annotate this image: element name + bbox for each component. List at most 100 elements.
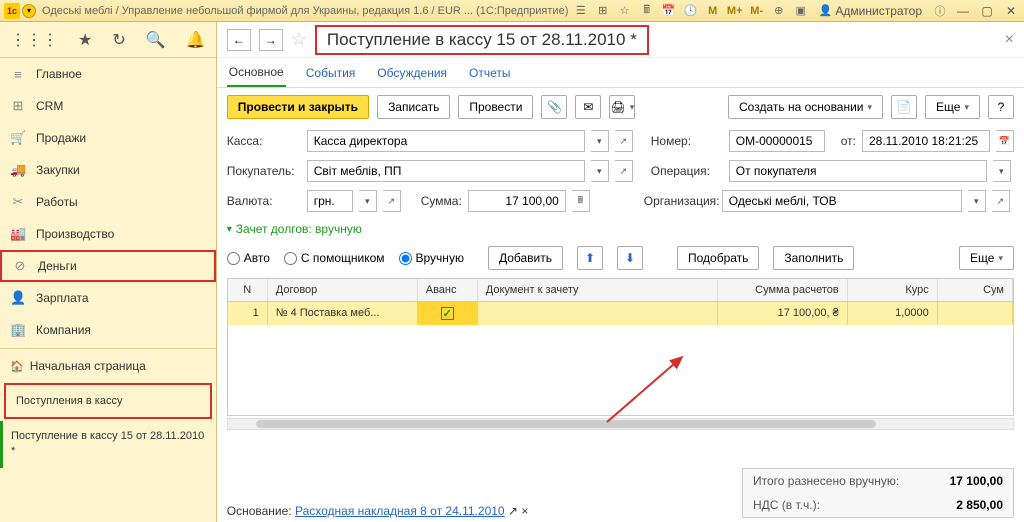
open-icon[interactable]: ↗ bbox=[383, 190, 401, 212]
star-icon[interactable]: ★ bbox=[78, 30, 92, 50]
sidebar-item-crm[interactable]: ⊞CRM bbox=[0, 90, 216, 122]
calendar-icon[interactable]: 📅 bbox=[996, 130, 1014, 152]
operation-input[interactable]: От покупателя bbox=[729, 160, 987, 182]
tabs: Основное События Обсуждения Отчеты bbox=[217, 58, 1024, 88]
minimize-button[interactable]: — bbox=[954, 3, 972, 19]
save-button[interactable]: Записать bbox=[377, 95, 450, 119]
report-icon-button[interactable]: 📄 bbox=[891, 95, 917, 119]
tab-reports[interactable]: Отчеты bbox=[467, 60, 512, 86]
radio-auto[interactable]: Авто bbox=[227, 251, 270, 265]
toolbar-icon[interactable]: 📅 bbox=[661, 3, 677, 19]
currency-input[interactable]: грн. bbox=[307, 190, 353, 212]
date-input[interactable]: 28.11.2010 18:21:25 bbox=[862, 130, 990, 152]
totals-box: Итого разнесено вручную:17 100,00 НДС (в… bbox=[742, 468, 1014, 518]
forward-button[interactable]: → bbox=[259, 29, 283, 51]
debt-section-toggle[interactable]: ▾Зачет долгов: вручную bbox=[227, 216, 1014, 242]
app-menu-dropdown[interactable]: ▾ bbox=[22, 4, 36, 18]
more-button[interactable]: Еще▾ bbox=[925, 95, 980, 119]
open-icon[interactable]: ↗ bbox=[615, 160, 633, 182]
calc-icon[interactable]: 🖩 bbox=[572, 190, 590, 212]
add-row-button[interactable]: Добавить bbox=[488, 246, 563, 270]
toolbar-icon[interactable]: ⊞ bbox=[595, 3, 611, 19]
sidebar-item-production[interactable]: 🏭Производство bbox=[0, 218, 216, 250]
document-title: Поступление в кассу 15 от 28.11.2010 * bbox=[315, 25, 649, 55]
sum-label: Сумма: bbox=[421, 194, 462, 208]
mail-button[interactable]: ✉ bbox=[575, 95, 601, 119]
pick-button[interactable]: Подобрать bbox=[677, 246, 759, 270]
dropdown-icon[interactable]: ▾ bbox=[359, 190, 377, 212]
tab-main[interactable]: Основное bbox=[227, 59, 286, 87]
post-button[interactable]: Провести bbox=[458, 95, 533, 119]
dropdown-icon[interactable]: ▾ bbox=[993, 160, 1011, 182]
dropdown-icon[interactable]: ▾ bbox=[968, 190, 986, 212]
toolbar-icon[interactable]: 🖩 bbox=[639, 3, 655, 19]
tab-events[interactable]: События bbox=[304, 60, 358, 86]
sidebar-item-works[interactable]: ✂Работы bbox=[0, 186, 216, 218]
buyer-label: Покупатель: bbox=[227, 164, 301, 178]
toolbar-icon[interactable]: ▣ bbox=[793, 3, 809, 19]
info-icon[interactable]: ⓘ bbox=[932, 3, 948, 19]
sidebar-item-sales[interactable]: 🛒Продажи bbox=[0, 122, 216, 154]
history-icon[interactable]: ↻ bbox=[112, 30, 125, 50]
toolbar-icon[interactable]: ☆ bbox=[617, 3, 633, 19]
apps-icon[interactable]: ⋮⋮⋮ bbox=[10, 30, 58, 50]
sidebar-item-main[interactable]: ≡Главное bbox=[0, 58, 216, 90]
move-up-button[interactable]: ⬆ bbox=[577, 246, 603, 270]
org-label: Организация: bbox=[644, 194, 716, 208]
toolbar-icon[interactable]: 🕓 bbox=[683, 3, 699, 19]
move-down-button[interactable]: ⬇ bbox=[617, 246, 643, 270]
open-icon[interactable]: ↗ bbox=[992, 190, 1010, 212]
currency-label: Валюта: bbox=[227, 194, 301, 208]
fill-button[interactable]: Заполнить bbox=[773, 246, 854, 270]
bell-icon[interactable]: 🔔 bbox=[186, 30, 206, 50]
sidebar: ⋮⋮⋮ ★ ↻ 🔍 🔔 ≡Главное ⊞CRM 🛒Продажи 🚚Заку… bbox=[0, 22, 217, 522]
grid-row[interactable]: 1 № 4 Поставка меб... ✓ 17 100,00, ₴ 1,0… bbox=[228, 302, 1013, 325]
toolbar-icon[interactable]: ☰ bbox=[573, 3, 589, 19]
operation-label: Операция: bbox=[651, 164, 723, 178]
window-title: Одеські меблі / Управление небольшой фир… bbox=[36, 5, 573, 17]
dropdown-icon[interactable]: ▾ bbox=[591, 160, 609, 182]
create-based-button[interactable]: Создать на основании▾ bbox=[728, 95, 883, 119]
sidebar-nav-receipts[interactable]: Поступления в кассу bbox=[4, 383, 212, 419]
toolbar-mminus-icon[interactable]: M- bbox=[749, 3, 765, 19]
org-input[interactable]: Одеські меблі, ТОВ bbox=[722, 190, 962, 212]
maximize-button[interactable]: ▢ bbox=[978, 3, 996, 19]
search-icon[interactable]: 🔍 bbox=[146, 30, 166, 50]
sidebar-item-company[interactable]: 🏢Компания bbox=[0, 314, 216, 346]
sidebar-item-salary[interactable]: 👤Зарплата bbox=[0, 282, 216, 314]
open-icon[interactable]: ↗ bbox=[615, 130, 633, 152]
sidebar-nav-current-doc[interactable]: Поступление в кассу 15 от 28.11.2010 * bbox=[0, 421, 216, 468]
user-label[interactable]: 👤 Администратор bbox=[815, 4, 926, 18]
sidebar-item-purchases[interactable]: 🚚Закупки bbox=[0, 154, 216, 186]
kassa-label: Касса: bbox=[227, 134, 301, 148]
radio-manual[interactable]: Вручную bbox=[399, 251, 464, 265]
grid-scrollbar[interactable] bbox=[227, 418, 1014, 430]
kassa-input[interactable]: Касса директора bbox=[307, 130, 585, 152]
close-button[interactable]: ✕ bbox=[1002, 3, 1020, 19]
content: ← → ☆ Поступление в кассу 15 от 28.11.20… bbox=[217, 22, 1024, 522]
print-button[interactable]: 🖨▾ bbox=[609, 95, 635, 119]
close-tab-button[interactable]: × bbox=[1005, 31, 1014, 49]
back-button[interactable]: ← bbox=[227, 29, 251, 51]
sum-input[interactable]: 17 100,00 bbox=[468, 190, 566, 212]
toolbar: Провести и закрыть Записать Провести 📎 ✉… bbox=[217, 88, 1024, 126]
sidebar-home[interactable]: 🏠 Начальная страница bbox=[0, 351, 216, 381]
toolbar-m-icon[interactable]: M bbox=[705, 3, 721, 19]
tab-discussions[interactable]: Обсуждения bbox=[375, 60, 449, 86]
number-input[interactable]: ОМ-00000015 bbox=[729, 130, 825, 152]
sidebar-item-money[interactable]: ⊘Деньги bbox=[0, 250, 216, 282]
advance-checkbox-cell[interactable]: ✓ bbox=[418, 302, 478, 325]
help-button[interactable]: ? bbox=[988, 95, 1014, 119]
toolbar-mplus-icon[interactable]: M+ bbox=[727, 3, 743, 19]
radio-wizard[interactable]: С помощником bbox=[284, 251, 385, 265]
dropdown-icon[interactable]: ▾ bbox=[591, 130, 609, 152]
basis-link[interactable]: Расходная накладная 8 от 24.11.2010 bbox=[295, 504, 505, 518]
check-icon: ✓ bbox=[441, 307, 454, 320]
toolbar-icon[interactable]: ⊕ bbox=[771, 3, 787, 19]
sidebar-top: ⋮⋮⋮ ★ ↻ 🔍 🔔 bbox=[0, 22, 216, 58]
attach-button[interactable]: 📎 bbox=[541, 95, 567, 119]
favorite-star-icon[interactable]: ☆ bbox=[291, 29, 307, 50]
buyer-input[interactable]: Світ меблів, ПП bbox=[307, 160, 585, 182]
post-and-close-button[interactable]: Провести и закрыть bbox=[227, 95, 369, 119]
grid-more-button[interactable]: Еще▾ bbox=[959, 246, 1014, 270]
